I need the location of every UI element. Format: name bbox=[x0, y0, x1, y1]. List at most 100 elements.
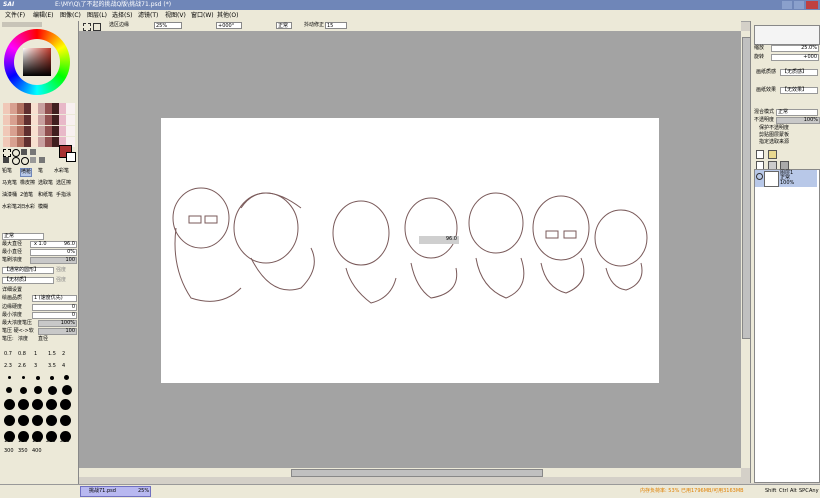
zoom-label: 缩放 bbox=[754, 45, 765, 51]
maximize-icon[interactable] bbox=[794, 1, 804, 9]
min-diameter-slider[interactable]: 0% bbox=[30, 249, 77, 256]
close-icon[interactable] bbox=[806, 1, 818, 9]
min-density-slider[interactable]: 0 bbox=[32, 312, 77, 319]
color-mode-icons[interactable] bbox=[2, 22, 42, 27]
brush-texture-select[interactable]: 【无材质】 bbox=[2, 277, 54, 284]
density-label: 笔刷浓度 bbox=[2, 257, 23, 263]
select-rect-icon[interactable] bbox=[3, 149, 11, 157]
menu-filter[interactable]: 滤镜(T) bbox=[138, 11, 158, 20]
magic-wand-icon[interactable] bbox=[21, 149, 27, 155]
zoom-select[interactable]: 25% bbox=[154, 22, 182, 29]
menu-edit[interactable]: 编辑(E) bbox=[33, 11, 53, 20]
menu-file[interactable]: 文件(F) bbox=[5, 11, 25, 20]
key-any: Any bbox=[809, 488, 819, 494]
rotate-icon[interactable] bbox=[21, 157, 29, 165]
menu-window[interactable]: 窗口(W) bbox=[191, 11, 214, 20]
pressure-diameter-checkbox[interactable]: 直径 bbox=[38, 336, 48, 343]
blend-mode-select[interactable]: 正常 bbox=[2, 233, 44, 240]
navigator-thumbnail[interactable] bbox=[754, 25, 820, 45]
eyedropper-icon[interactable] bbox=[30, 149, 36, 155]
big-size-labels: 100 120 160 200 250 300 350 400 bbox=[4, 438, 70, 454]
horizontal-scrollbar[interactable] bbox=[79, 468, 741, 477]
saturation-square[interactable] bbox=[23, 48, 51, 76]
paper-effect-label: 画纸效果 bbox=[756, 87, 777, 93]
pressure-opts-label: 笔压: bbox=[2, 336, 14, 342]
brush-shape-select[interactable]: 【通常的圆形】 bbox=[2, 267, 54, 274]
visibility-icon[interactable] bbox=[756, 173, 763, 180]
minimize-icon[interactable] bbox=[782, 1, 792, 9]
pressure-label: 笔压 硬<->软 bbox=[2, 328, 34, 334]
stabilizer-label: 抖动修正 bbox=[304, 22, 325, 28]
app-logo: SAI bbox=[3, 1, 15, 8]
layer-blend-select[interactable]: 正常 bbox=[776, 109, 818, 116]
rotate-slider[interactable]: +000 bbox=[771, 54, 819, 61]
density-slider[interactable]: 100 bbox=[30, 257, 77, 264]
layer-row[interactable]: 图层1 正常 100% bbox=[755, 170, 817, 187]
blend-select[interactable]: 正常 bbox=[276, 22, 292, 29]
zoom-icon[interactable] bbox=[12, 157, 20, 165]
menu-other[interactable]: 其他(O) bbox=[217, 11, 238, 20]
tool-bucket[interactable]: 油漆桶 bbox=[2, 192, 17, 199]
tool-blur[interactable]: 模糊 bbox=[38, 204, 48, 211]
tool-select-pen[interactable]: 选取笔 bbox=[38, 180, 53, 187]
menu-view[interactable]: 视图(V) bbox=[165, 11, 186, 20]
max-pressure-slider[interactable]: 100% bbox=[38, 320, 77, 327]
key-shift: Shift bbox=[765, 488, 777, 494]
tool-smudge[interactable]: 手指涂 bbox=[56, 192, 71, 199]
brush-size-presets[interactable]: 0.7 0.8 1 1.5 2 2.3 2.6 3 3.5 4 bbox=[2, 349, 76, 449]
tool-watercolor-2[interactable]: 水彩笔2 bbox=[2, 204, 20, 211]
move-icon[interactable] bbox=[3, 157, 9, 163]
document-tab[interactable]: 挑战71.psd 25% bbox=[80, 486, 151, 497]
angle-select[interactable]: +000° bbox=[216, 22, 242, 29]
tool-select-erase[interactable]: 选区擦 bbox=[56, 180, 71, 187]
layer-opacity: 100% bbox=[780, 180, 795, 186]
selection-edge-checkbox[interactable]: 选区边缘 bbox=[109, 22, 129, 29]
secondary-color[interactable] bbox=[66, 152, 76, 162]
tool-eraser[interactable]: 橡皮擦 bbox=[20, 180, 35, 187]
select-all-icon[interactable] bbox=[83, 23, 91, 31]
tool-binary-pen[interactable]: 2值笔 bbox=[20, 192, 33, 199]
max-pressure-label: 最大浓度笔压 bbox=[2, 320, 33, 326]
eyedropper-icon-2[interactable] bbox=[39, 157, 45, 163]
menu-select[interactable]: 选择(S) bbox=[112, 11, 133, 20]
lasso-icon[interactable] bbox=[12, 149, 20, 157]
clipping-mask-checkbox[interactable]: 剪贴图层蒙板 bbox=[759, 132, 789, 139]
key-space: SPC bbox=[799, 488, 809, 494]
menu-layer[interactable]: 图层(L) bbox=[87, 11, 107, 20]
paper-texture-select[interactable]: 【无质感】 bbox=[780, 69, 818, 76]
tool-old-watercolor[interactable]: 旧水彩 bbox=[20, 204, 35, 211]
stabilizer-select[interactable]: 15 bbox=[325, 22, 347, 29]
paper-texture-label: 画纸质感 bbox=[756, 69, 777, 75]
brush-shape-strength: 强度 bbox=[56, 267, 67, 273]
tool-airbrush[interactable]: 喷枪 bbox=[20, 168, 33, 177]
new-folder-icon[interactable] bbox=[768, 150, 777, 159]
tool-pen[interactable]: 笔 bbox=[38, 168, 43, 175]
tool-watercolor[interactable]: 水彩笔 bbox=[54, 168, 69, 175]
max-diameter-slider[interactable]: x 1.0 96.0 bbox=[30, 241, 77, 248]
detail-settings-checkbox[interactable]: 详细设置 bbox=[2, 287, 22, 294]
opacity-slider[interactable]: 100% bbox=[776, 117, 820, 124]
drawing-canvas[interactable]: 96.0 bbox=[161, 118, 659, 383]
protect-opacity-checkbox[interactable]: 保护不透明度 bbox=[759, 125, 789, 132]
quality-select[interactable]: 1 (速度优先) bbox=[32, 295, 77, 302]
selection-source-checkbox[interactable]: 指定选取来源 bbox=[759, 139, 789, 146]
paper-effect-select[interactable]: 【无效果】 bbox=[780, 87, 818, 94]
new-layer-icon[interactable] bbox=[756, 150, 764, 159]
horizontal-scroll-thumb[interactable] bbox=[291, 469, 543, 477]
hand-icon[interactable] bbox=[30, 157, 36, 163]
layer-panel: 缩放 25.0% 旋转 +000 画纸质感 【无质感】 画纸效果 【无效果】 混… bbox=[750, 21, 820, 483]
pressure-slider[interactable]: 100 bbox=[38, 328, 77, 335]
tool-pencil[interactable]: 铅笔 bbox=[2, 168, 12, 175]
status-bar: 挑战71.psd 25% 内存负荷率: 53% 已用1796MB/可用3163M… bbox=[0, 484, 820, 498]
min-diameter-label: 最小直径 bbox=[2, 249, 23, 255]
tool-washi[interactable]: 和纸笔 bbox=[38, 192, 53, 199]
vertical-scrollbar[interactable] bbox=[741, 31, 751, 468]
edge-hardness-slider[interactable]: 0 bbox=[32, 304, 77, 311]
menu-image[interactable]: 图像(C) bbox=[60, 11, 81, 20]
zoom-slider[interactable]: 25.0% bbox=[771, 45, 819, 52]
tool-marker[interactable]: 马克笔 bbox=[2, 180, 17, 187]
deselect-icon[interactable] bbox=[93, 23, 101, 31]
pressure-density-checkbox[interactable]: 浓度 bbox=[18, 336, 28, 343]
tool-panel: 铅笔 喷枪 笔 水彩笔 马克笔 橡皮擦 选取笔 选区擦 油漆桶 2值笔 和纸笔 … bbox=[0, 21, 79, 497]
layer-list bbox=[754, 169, 820, 483]
